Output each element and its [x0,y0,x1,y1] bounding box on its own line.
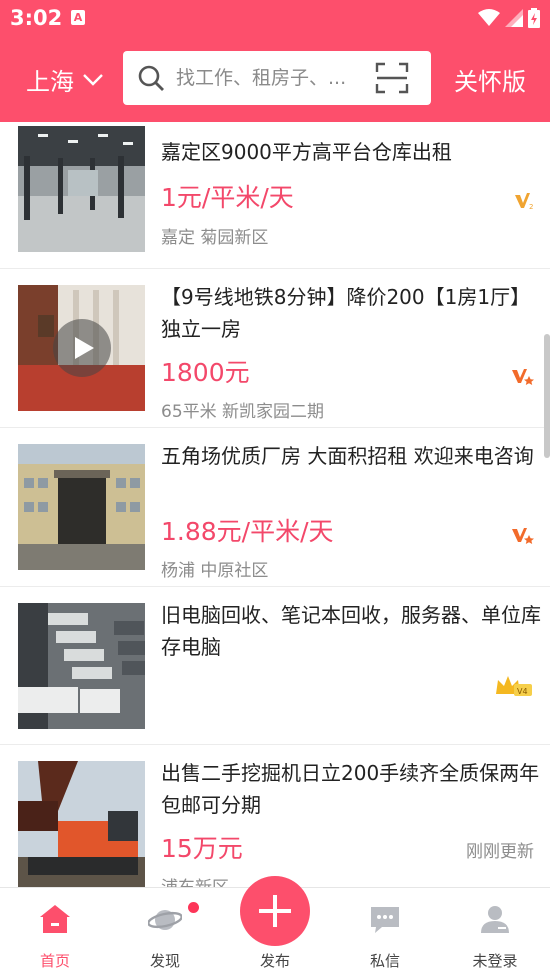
listing-title: 【9号线地铁8分钟】降价200【1房1厅】独立一房 [161,285,531,341]
listing-details: 65平米 新凯家园二期 [161,402,325,422]
city-label: 上海 [26,68,74,96]
listing-feed[interactable]: 嘉定区9000平方高平台仓库出租 1元/平米/天 嘉定 菊园新区 2 【9号线地… [0,122,550,887]
scrollbar[interactable] [544,334,550,458]
chat-icon [371,907,399,933]
search-input[interactable] [176,63,372,93]
listing-price: 1.88元/平米/天 [161,517,334,546]
notification-dot [188,902,199,913]
plus-icon [259,895,291,927]
notification-icon: A [71,10,85,25]
wifi-icon [478,9,500,26]
listing-title: 旧电脑回收、笔记本回收，服务器、单位库存电脑 [161,603,541,659]
scan-icon[interactable] [375,62,409,94]
listing-item[interactable]: 【9号线地铁8分钟】降价200【1房1厅】独立一房 1800元 65平米 新凯家… [0,269,550,428]
listing-item[interactable]: 嘉定区9000平方高平台仓库出租 1元/平米/天 嘉定 菊园新区 2 [0,122,550,269]
chevron-down-icon [83,73,103,86]
bedroom-photo [18,285,145,411]
nav-label: 未登录 [472,952,518,970]
home-icon [40,905,70,933]
video-play-button[interactable] [53,319,111,377]
signal-icon [505,9,523,27]
search-box[interactable] [123,51,431,105]
listing-title: 出售二手挖掘机日立200手续齐全质保两年包邮可分期 [161,761,540,817]
city-selector[interactable]: 上海 [26,62,104,97]
status-time: 3:02 [10,6,63,30]
battery-icon [528,8,540,28]
nav-messages[interactable]: 私信 [330,888,440,979]
search-icon [138,65,164,91]
bottom-nav: 首页 发现 发布 私信 未登录 [0,876,550,979]
svg-text:2: 2 [529,203,533,210]
listing-price: 1元/平米/天 [161,183,294,212]
update-status: 刚刚更新 [466,842,534,862]
listing-price: 1800元 [161,358,250,387]
laptops-photo [18,603,145,729]
svg-text:V4: V4 [517,687,528,696]
nav-label: 发现 [149,952,180,970]
publish-button[interactable] [240,876,310,946]
v2-badge-icon: 2 [515,193,533,210]
v-star-badge-icon [512,528,534,544]
listing-location: 杨浦 中原社区 [161,561,269,581]
listing-price: 15万元 [161,834,243,863]
status-bar: 3:02 A [0,0,550,38]
user-icon [481,906,509,933]
nav-home[interactable]: 首页 [0,888,110,979]
care-mode-button[interactable]: 关怀版 [454,62,526,97]
factory-photo [18,444,145,570]
planet-icon [148,910,182,930]
nav-label: 发布 [259,952,290,970]
listing-item[interactable]: 出售二手挖掘机日立200手续齐全质保两年包邮可分期 15万元 浦东新区 刚刚更新 [0,745,550,887]
crown-v4-badge-icon: V4 [496,676,532,696]
listing-title: 嘉定区9000平方高平台仓库出租 [161,140,452,164]
listing-location: 嘉定 菊园新区 [161,228,269,248]
nav-discover[interactable]: 发现 [110,888,220,979]
listing-title: 五角场优质厂房 大面积招租 欢迎来电咨询 [161,444,534,468]
excavator-photo [18,761,145,887]
play-icon [75,337,94,359]
nav-label: 首页 [39,952,70,970]
nav-label: 私信 [369,952,400,970]
listing-location: 浦东新区 [161,873,229,887]
status-icons [478,8,540,28]
nav-account[interactable]: 未登录 [440,888,550,979]
listing-item[interactable]: 五角场优质厂房 大面积招租 欢迎来电咨询 1.88元/平米/天 杨浦 中原社区 [0,428,550,587]
listing-item[interactable]: 旧电脑回收、笔记本回收，服务器、单位库存电脑 V4 [0,587,550,745]
warehouse-photo [18,126,145,252]
v-star-badge-icon [512,369,534,385]
app-header: 3:02 A 上海 关怀版 [0,0,550,122]
